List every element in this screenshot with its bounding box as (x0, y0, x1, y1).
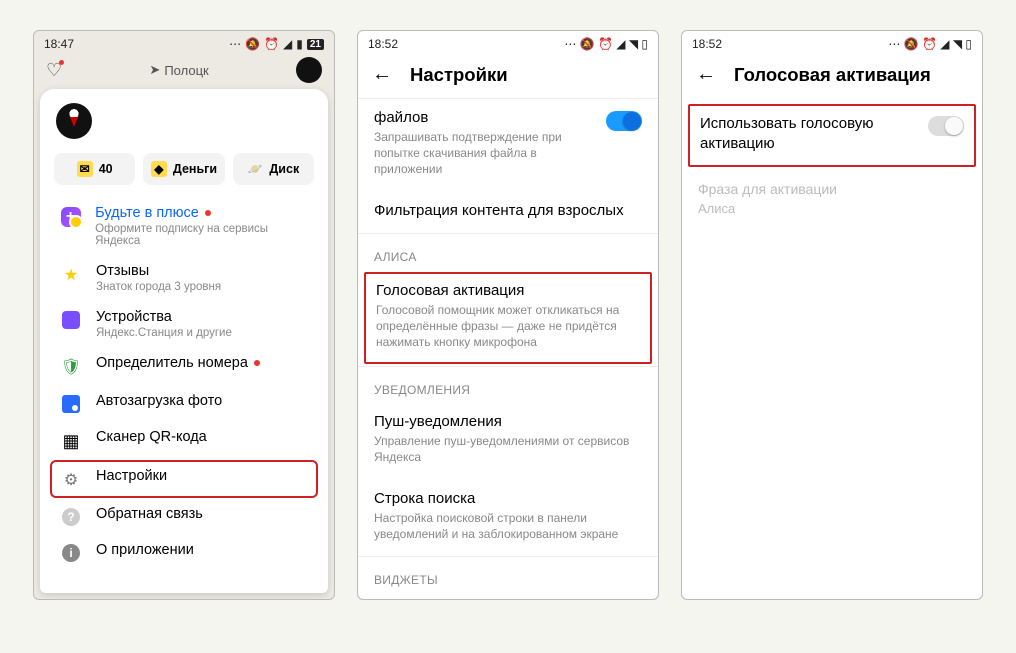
toggle-voice-activation[interactable] (928, 116, 964, 136)
money-icon: ◆ (151, 161, 167, 177)
qr-icon: ▦ (60, 431, 82, 452)
menu-item-devices[interactable]: Устройства Яндекс.Станция и другие (50, 301, 318, 347)
location-label: Полоцк (164, 63, 208, 78)
profile-avatar (56, 103, 92, 139)
setting-files-title: файлов (374, 109, 596, 126)
back-icon[interactable]: ← (696, 63, 716, 86)
setting-use-voice-activation[interactable]: Использовать голосовую активацию (688, 104, 976, 167)
avatar-small[interactable] (296, 57, 322, 83)
menu-plus-title: Будьте в плюсе (95, 205, 199, 221)
photo-icon (62, 395, 80, 413)
top-bar: ♡ ➤ Полоцк (34, 53, 334, 89)
status-bar: 18:52 ⋯ 🔕 ⏰ ◢ ◥ ▯ (682, 31, 982, 53)
menu-autoupload-title: Автозагрузка фото (96, 393, 222, 409)
bell-icon[interactable]: ♡ (46, 60, 62, 81)
setting-filter-title: Фильтрация контента для взрослых (374, 202, 642, 219)
setting-files-sub: Запрашивать подтверждение при попытке ск… (374, 129, 596, 178)
menu-item-reviews[interactable]: ★ Отзывы Знаток города 3 уровня (50, 255, 318, 301)
header-title: Голосовая активация (734, 64, 931, 86)
chip-money-label: Деньги (173, 162, 217, 176)
setting-search-bar[interactable]: Строка поиска Настройка поисковой строки… (358, 480, 658, 556)
activation-phrase-value: Алиса (698, 201, 966, 216)
screen-header: ← Голосовая активация (682, 53, 982, 98)
info-icon: i (62, 544, 80, 562)
device-icon (62, 311, 80, 329)
menu-sheet: ✉ 40 ◆ Деньги 🪐 Диск + Будьте в плюсе Оф… (40, 89, 328, 593)
status-icons: ⋯🔕⏰◢▮ 21 (229, 37, 324, 51)
chip-mail[interactable]: ✉ 40 (54, 153, 135, 185)
shield-icon: 🛡 (60, 357, 82, 377)
setting-search-title: Строка поиска (374, 490, 642, 507)
section-alisa: АЛИСА (358, 233, 658, 270)
chip-disk[interactable]: 🪐 Диск (233, 153, 314, 185)
profile-name-placeholder (102, 108, 312, 134)
location-chip[interactable]: ➤ Полоцк (149, 62, 208, 78)
status-time: 18:47 (44, 37, 74, 51)
menu-callerid-title: Определитель номера (96, 355, 248, 371)
menu-devices-title: Устройства (96, 309, 232, 325)
chip-mail-count: 40 (99, 162, 113, 176)
toggle-download-confirm[interactable] (606, 111, 642, 131)
phone-menu-screen: 18:47 ⋯🔕⏰◢▮ 21 ♡ ➤ Полоцк ✉ 40 ◆ Деньги (33, 30, 335, 600)
setting-search-sub: Настройка поисковой строки в панели увед… (374, 510, 642, 542)
section-widgets: ВИДЖЕТЫ (358, 556, 658, 593)
menu-plus-sub: Оформите подписку на сервисы Яндекса (95, 223, 308, 247)
menu-item-autoupload[interactable]: Автозагрузка фото (50, 385, 318, 421)
gear-icon: ⚙ (60, 470, 82, 490)
menu-feedback-title: Обратная связь (96, 506, 203, 522)
activation-phrase-label: Фраза для активации (698, 181, 966, 197)
status-time: 18:52 (368, 37, 398, 51)
setting-push-title: Пуш-уведомления (374, 413, 642, 430)
section-notifications: УВЕДОМЛЕНИЯ (358, 366, 658, 403)
status-time: 18:52 (692, 37, 722, 51)
status-notif-count: 21 (307, 39, 324, 50)
mail-icon: ✉ (77, 161, 93, 177)
setting-voice-title: Голосовая активация (376, 282, 640, 299)
screen-header: ← Настройки (358, 53, 658, 98)
setting-adult-filter[interactable]: Фильтрация контента для взрослых (358, 192, 658, 233)
star-icon: ★ (60, 265, 82, 285)
status-bar: 18:52 ⋯ 🔕 ⏰ ◢ ◥ ▯ (358, 31, 658, 53)
phone-voice-activation-screen: 18:52 ⋯ 🔕 ⏰ ◢ ◥ ▯ ← Голосовая активация … (681, 30, 983, 600)
menu-item-callerid[interactable]: 🛡 Определитель номера (50, 347, 318, 385)
menu-settings-title: Настройки (96, 468, 167, 484)
header-title: Настройки (410, 64, 508, 86)
setting-voice-activation[interactable]: Голосовая активация Голосовой помощник м… (364, 272, 652, 365)
chip-disk-label: Диск (269, 162, 299, 176)
setting-use-voice-title: Использовать голосовую активацию (700, 114, 918, 153)
menu-about-title: О приложении (96, 542, 194, 558)
setting-push[interactable]: Пуш-уведомления Управление пуш-уведомлен… (358, 403, 658, 479)
status-icons: ⋯ 🔕 ⏰ ◢ ◥ ▯ (564, 37, 648, 51)
setting-voice-sub: Голосовой помощник может откликаться на … (376, 302, 640, 351)
activation-phrase-block: Фраза для активации Алиса (682, 169, 982, 228)
menu-item-about[interactable]: i О приложении (50, 534, 318, 570)
red-dot-icon (205, 210, 211, 216)
red-dot-icon (254, 360, 260, 366)
chip-money[interactable]: ◆ Деньги (143, 153, 224, 185)
service-chips: ✉ 40 ◆ Деньги 🪐 Диск (50, 149, 318, 197)
menu-item-qr[interactable]: ▦ Сканер QR-кода (50, 421, 318, 460)
plus-icon: + (61, 207, 81, 227)
profile-row[interactable] (50, 103, 318, 149)
disk-icon: 🪐 (247, 161, 263, 177)
back-icon[interactable]: ← (372, 63, 392, 86)
phone-settings-screen: 18:52 ⋯ 🔕 ⏰ ◢ ◥ ▯ ← Настройки файлов Зап… (357, 30, 659, 600)
location-arrow-icon: ➤ (149, 62, 160, 78)
menu-reviews-sub: Знаток города 3 уровня (96, 281, 221, 293)
menu-devices-sub: Яндекс.Станция и другие (96, 327, 232, 339)
menu-item-settings[interactable]: ⚙ Настройки (50, 460, 318, 498)
menu-item-feedback[interactable]: ? Обратная связь (50, 498, 318, 534)
status-bar: 18:47 ⋯🔕⏰◢▮ 21 (34, 31, 334, 53)
setting-download-confirm[interactable]: файлов Запрашивать подтверждение при поп… (358, 98, 658, 192)
menu-item-plus[interactable]: + Будьте в плюсе Оформите подписку на се… (50, 197, 318, 255)
setting-push-sub: Управление пуш-уведомлениями от сервисов… (374, 433, 642, 465)
menu-reviews-title: Отзывы (96, 263, 221, 279)
menu-qr-title: Сканер QR-кода (96, 429, 207, 445)
help-icon: ? (62, 508, 80, 526)
menu-list: + Будьте в плюсе Оформите подписку на се… (50, 197, 318, 570)
status-icons: ⋯ 🔕 ⏰ ◢ ◥ ▯ (888, 37, 972, 51)
